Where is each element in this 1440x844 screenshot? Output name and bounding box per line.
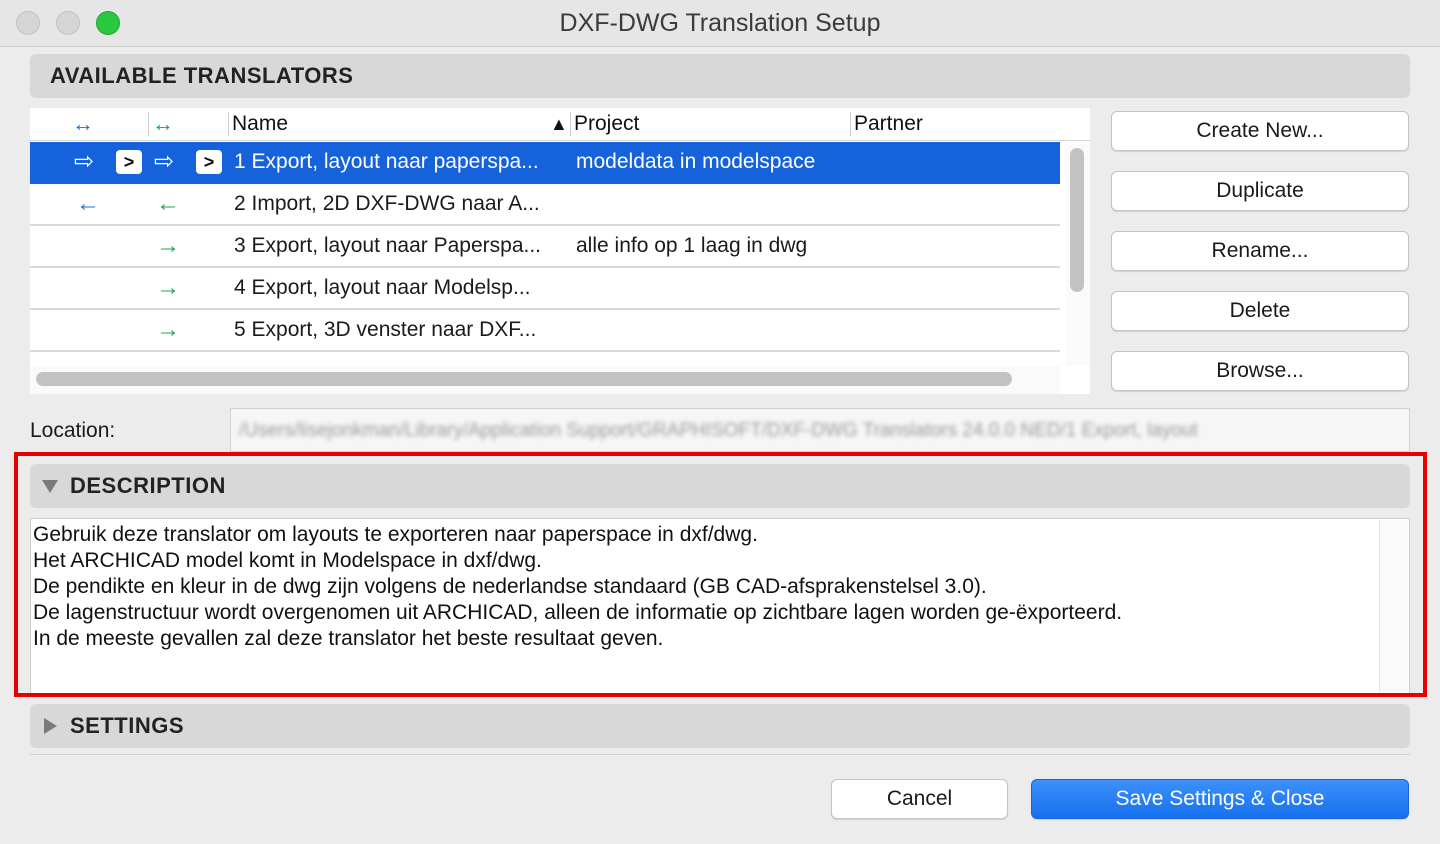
- import-arrow-icon: ⇨: [154, 148, 175, 175]
- settings-title: SETTINGS: [70, 713, 185, 738]
- translator-row-4[interactable]: → 4 Export, layout naar Modelsp...: [30, 268, 1060, 310]
- available-translators-title: AVAILABLE TRANSLATORS: [50, 63, 354, 88]
- table-vertical-scroll-thumb[interactable]: [1070, 148, 1084, 292]
- chevron-right-icon[interactable]: >: [116, 150, 142, 174]
- column-header-partner[interactable]: Partner: [854, 108, 923, 140]
- save-settings-close-button[interactable]: Save Settings & Close: [1031, 779, 1409, 819]
- location-field: /Users/lisejonkman/Library/Application S…: [230, 408, 1410, 452]
- translator-row-6[interactable]: [30, 352, 1060, 366]
- footer-divider: [30, 754, 1410, 755]
- export-column-icon[interactable]: ↔: [72, 108, 94, 140]
- table-header: ↔ ↔ Name ▲ Project Partner: [30, 108, 1090, 141]
- cancel-button[interactable]: Cancel: [831, 779, 1008, 819]
- column-header-project[interactable]: Project: [574, 108, 639, 140]
- translator-row-2[interactable]: ← ← 2 Import, 2D DXF-DWG naar A...: [30, 184, 1060, 226]
- import-arrow-icon: ←: [156, 190, 180, 217]
- translator-row-3[interactable]: → 3 Export, layout naar Paperspa... alle…: [30, 226, 1060, 268]
- translator-name: 3 Export, layout naar Paperspa...: [234, 234, 542, 257]
- chevron-right-icon[interactable]: >: [196, 150, 222, 174]
- translator-project: alle info op 1 laag in dwg: [576, 234, 808, 257]
- translator-table: ↔ ↔ Name ▲ Project Partner ⇨ > ⇨ > 1 Exp…: [30, 108, 1090, 394]
- settings-header[interactable]: SETTINGS: [30, 704, 1410, 748]
- available-translators-header: AVAILABLE TRANSLATORS: [30, 54, 1410, 98]
- window-title: DXF-DWG Translation Setup: [559, 9, 881, 37]
- translator-row-1[interactable]: ⇨ > ⇨ > 1 Export, layout naar paperspa..…: [30, 142, 1060, 184]
- column-header-name[interactable]: Name: [232, 108, 288, 140]
- translator-name: 1 Export, layout naar paperspa...: [234, 150, 539, 173]
- import-column-icon[interactable]: ↔: [152, 108, 174, 140]
- translator-name: 4 Export, layout naar Modelsp...: [234, 276, 531, 299]
- export-arrow-icon: →: [156, 274, 180, 301]
- export-arrow-icon: ⇨: [74, 148, 95, 175]
- import-arrow-icon: ←: [76, 190, 100, 217]
- translator-row-5[interactable]: → 5 Export, 3D venster naar DXF...: [30, 310, 1060, 352]
- translator-name: 2 Import, 2D DXF-DWG naar A...: [234, 192, 540, 215]
- disclosure-triangle-right-icon[interactable]: [44, 718, 57, 734]
- create-new-button[interactable]: Create New...: [1111, 111, 1409, 151]
- sort-ascending-icon: ▲: [550, 114, 568, 134]
- description-highlight: [14, 452, 1427, 697]
- translator-project: modeldata in modelspace: [576, 150, 816, 173]
- delete-button[interactable]: Delete: [1111, 291, 1409, 331]
- browse-button[interactable]: Browse...: [1111, 351, 1409, 391]
- location-label: Location:: [30, 419, 116, 442]
- rename-button[interactable]: Rename...: [1111, 231, 1409, 271]
- export-arrow-icon: →: [156, 232, 180, 259]
- title-bar: DXF-DWG Translation Setup: [0, 0, 1440, 47]
- location-path: /Users/lisejonkman/Library/Application S…: [239, 420, 1198, 441]
- table-horizontal-scroll-thumb[interactable]: [36, 372, 1012, 386]
- duplicate-button[interactable]: Duplicate: [1111, 171, 1409, 211]
- export-arrow-icon: →: [156, 316, 180, 343]
- translator-name: 5 Export, 3D venster naar DXF...: [234, 318, 537, 341]
